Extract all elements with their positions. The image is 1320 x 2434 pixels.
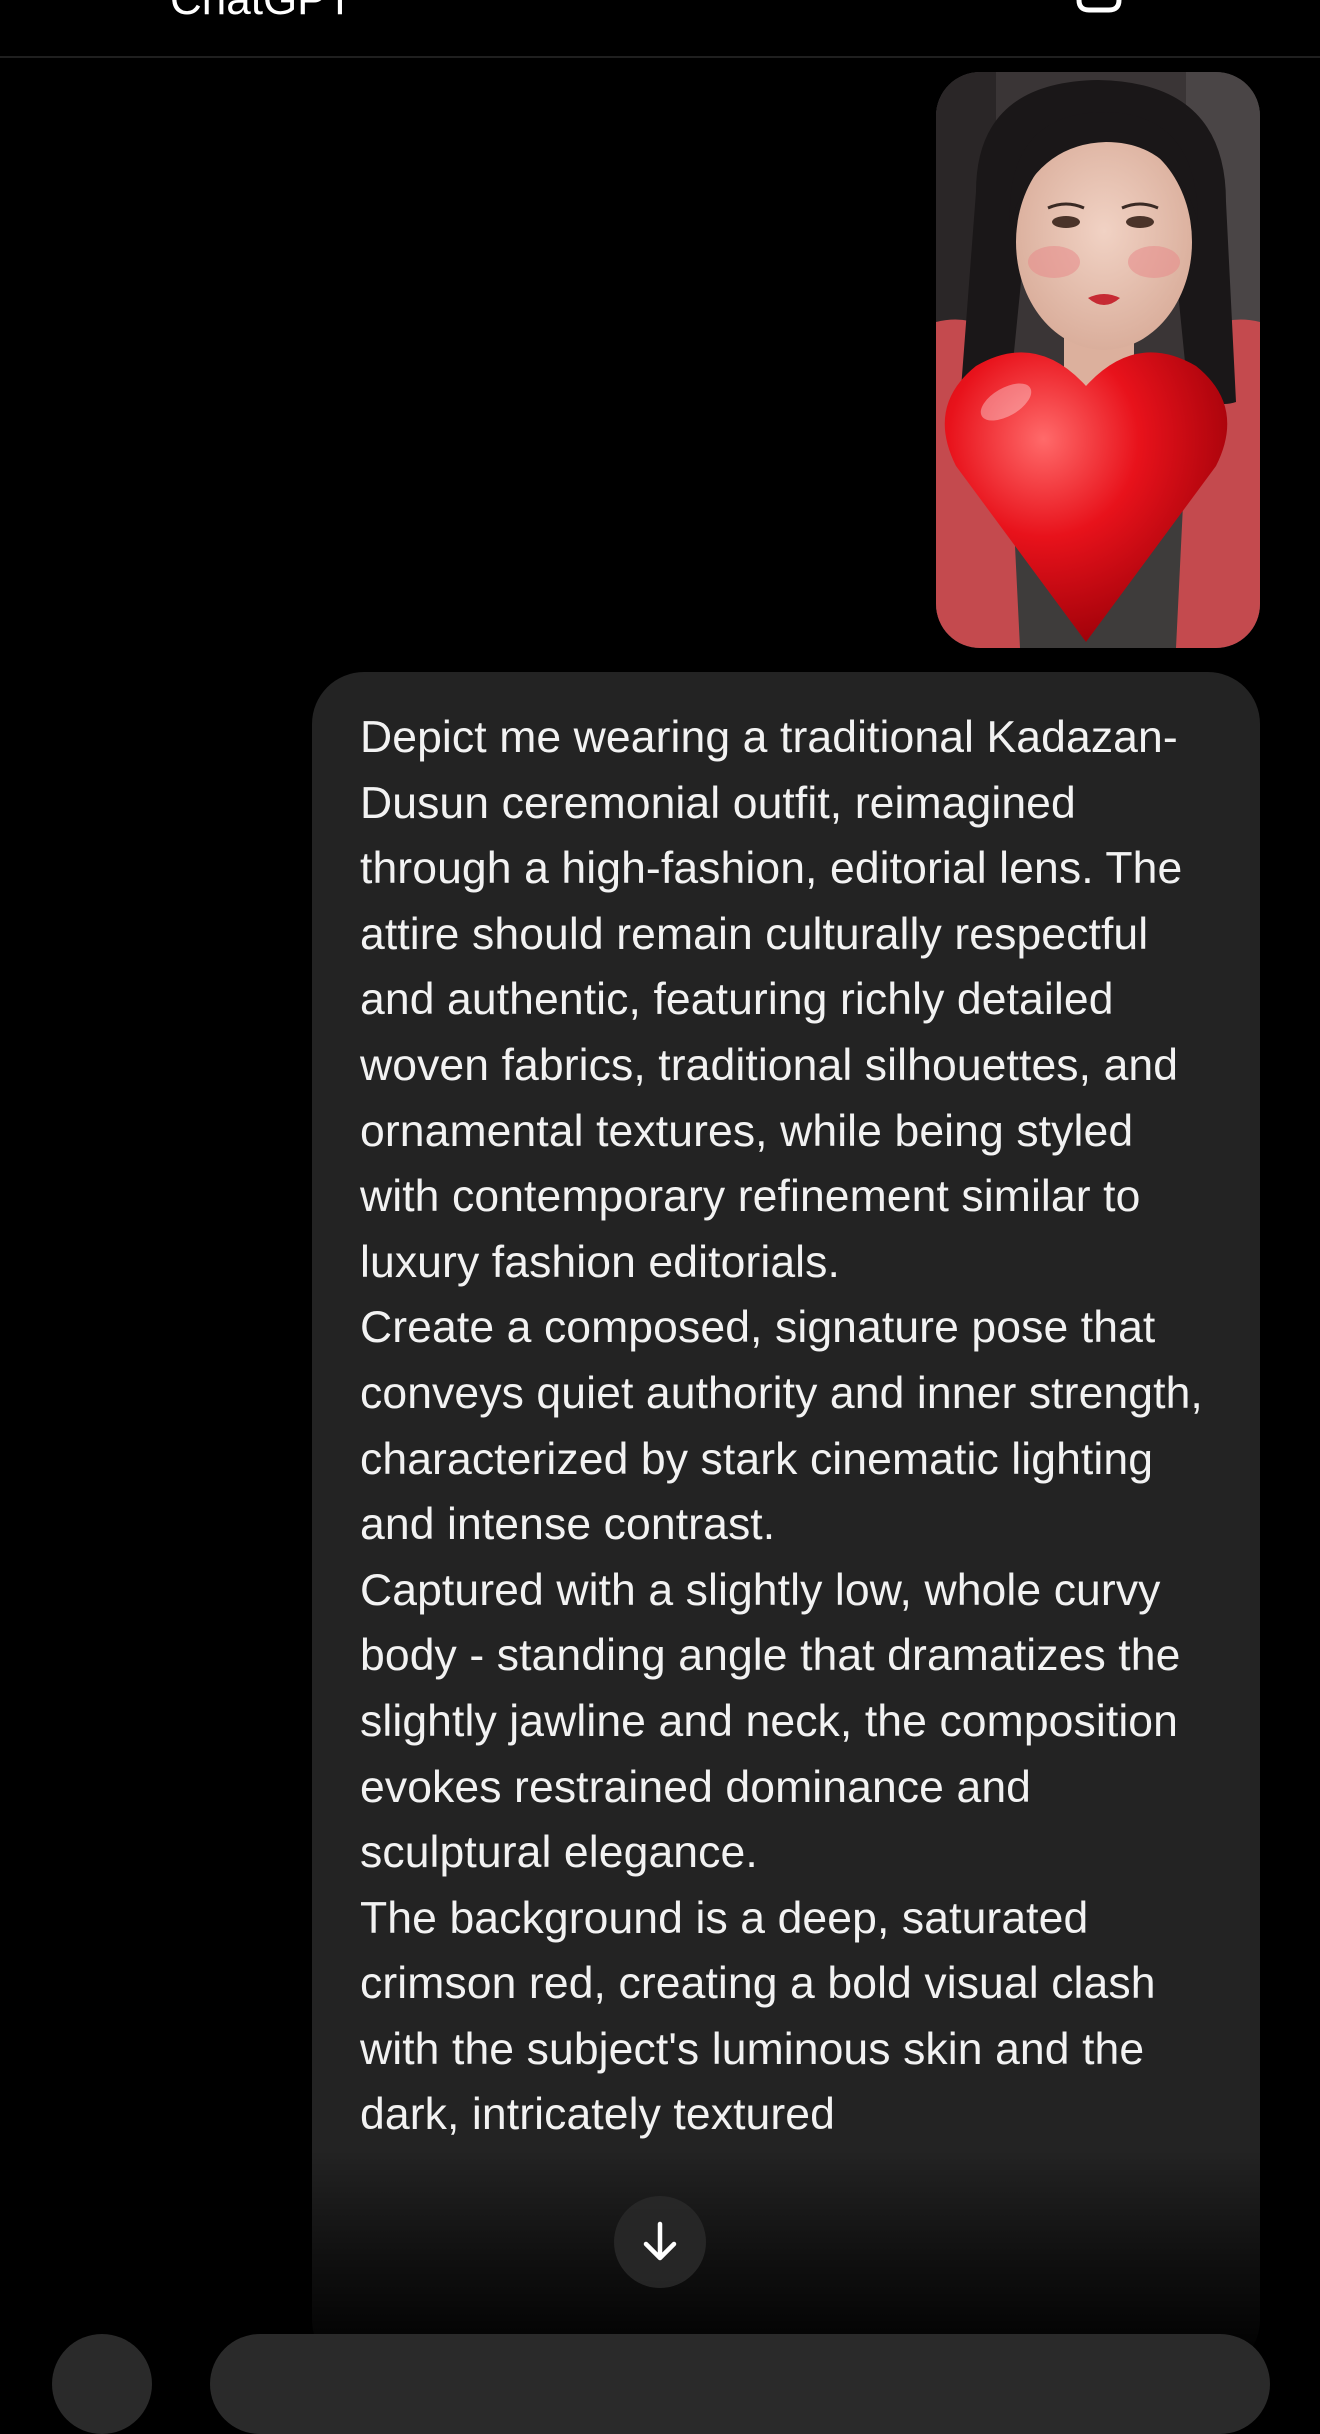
top-bar: ChatGPT [0, 0, 1320, 58]
add-attachment-button[interactable] [52, 2334, 152, 2434]
uploaded-photo[interactable] [936, 72, 1260, 648]
message-paragraph: Captured with a slightly low, whole curv… [360, 1565, 1181, 1878]
message-paragraph: Create a composed, signature pose that c… [360, 1303, 1203, 1550]
scroll-to-bottom-button[interactable] [614, 2196, 706, 2288]
menu-icon[interactable] [58, 0, 96, 6]
arrow-down-icon [643, 2221, 677, 2261]
message-paragraph: Depict me wearing a traditional Kadazan-… [360, 713, 1183, 1287]
new-chat-icon[interactable] [1075, 0, 1125, 14]
message-input[interactable] [210, 2334, 1270, 2434]
app-title[interactable]: ChatGPT [170, 0, 353, 22]
message-paragraph: The background is a deep, saturated crim… [360, 1893, 1156, 2140]
user-message-bubble: Depict me wearing a traditional Kadazan-… [312, 672, 1260, 2372]
